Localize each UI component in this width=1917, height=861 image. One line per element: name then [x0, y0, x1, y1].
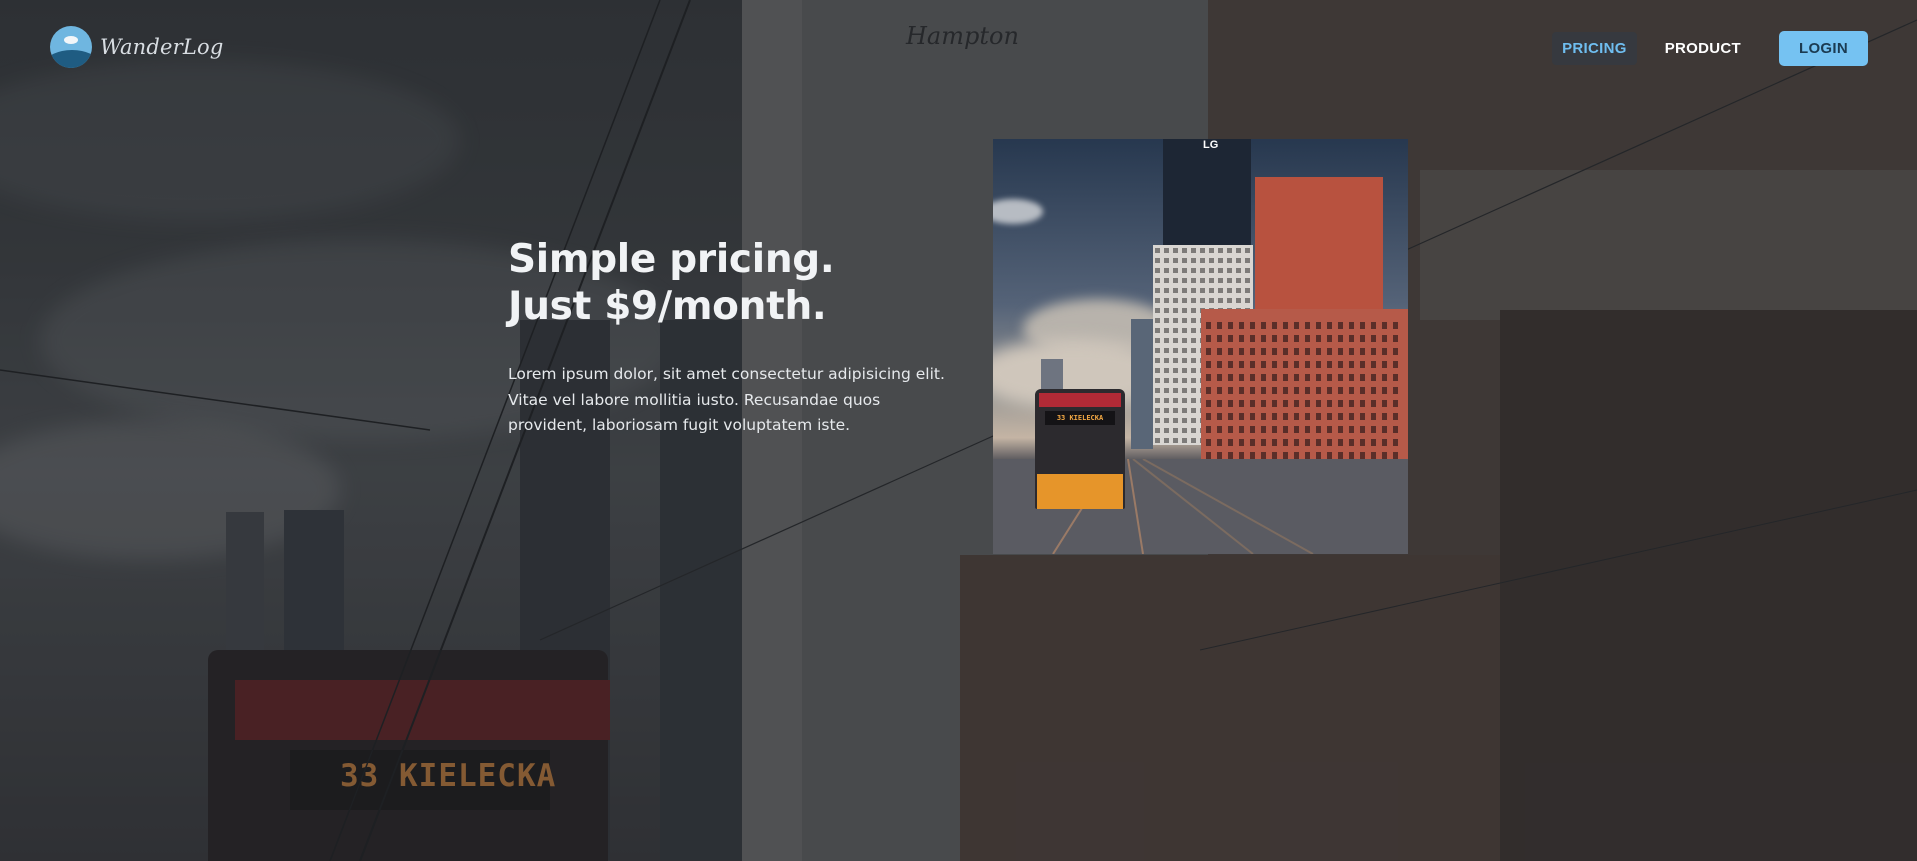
background-dark-overlay: [0, 0, 1917, 861]
top-navbar: WanderLog PRICING PRODUCT LOGIN: [0, 0, 1917, 100]
photo-tram-sign: 33 KIELECKA: [1045, 411, 1115, 425]
rooftop-sign: LG: [1203, 139, 1219, 151]
brand-name: WanderLog: [100, 35, 224, 59]
hero-title: Simple pricing. Just $9/month.: [508, 236, 948, 330]
brick-window-grid: [1203, 319, 1403, 459]
hero-title-line-2: Just $9/month.: [508, 284, 827, 329]
hero-section: Simple pricing. Just $9/month. Lorem ips…: [508, 236, 948, 439]
login-button[interactable]: LOGIN: [1779, 31, 1868, 66]
hero-description-line: Vitae vel labore mollitia iusto. Recusan…: [508, 390, 881, 409]
mountain-bird-logo-icon: [50, 26, 92, 68]
brand-logo-link[interactable]: WanderLog: [50, 26, 224, 68]
nav-link-product[interactable]: PRODUCT: [1665, 40, 1741, 57]
hero-description-line: provident, laboriosam fugit voluptatem i…: [508, 416, 851, 434]
hero-description-line: Lorem ipsum dolor, sit amet consectetur …: [508, 365, 945, 383]
hero-photo-tram-city: LG 33 KIELECKA: [993, 139, 1408, 554]
nav-link-pricing[interactable]: PRICING: [1552, 32, 1637, 65]
hero-title-line-1: Simple pricing.: [508, 237, 835, 282]
nav-menu: PRICING PRODUCT LOGIN: [1552, 31, 1868, 66]
hero-description: Lorem ipsum dolor, sit amet consectetur …: [508, 362, 948, 439]
